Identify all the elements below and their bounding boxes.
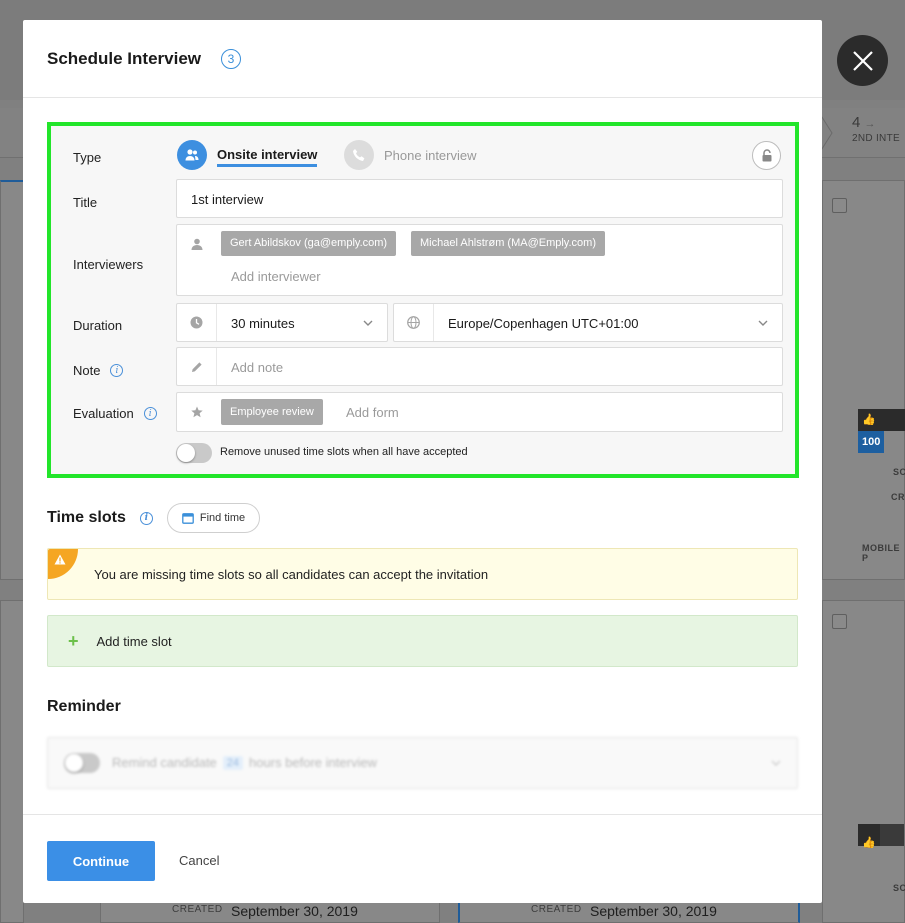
chevron-down-icon[interactable] — [771, 760, 781, 766]
title-label: Title — [73, 195, 98, 210]
cancel-button[interactable]: Cancel — [179, 853, 219, 868]
unlock-icon — [762, 149, 771, 162]
timezone-value: Europe/Copenhagen UTC+01:00 — [448, 316, 639, 331]
thumbs-up-icon: 👍 — [862, 837, 876, 849]
close-modal-button[interactable] — [837, 35, 888, 86]
background-label: SC — [893, 883, 905, 893]
duration-select[interactable]: 30 minutes — [176, 303, 388, 342]
interviewers-label: Interviewers — [73, 257, 144, 272]
add-form-input[interactable]: Add form — [346, 405, 399, 420]
add-time-slot-label: Add time slot — [96, 633, 172, 649]
reminder-title: Reminder — [47, 698, 121, 715]
reminder-row: Remind candidate 24 hours before intervi… — [47, 737, 798, 789]
background-step: 4 → 2ND INTE — [852, 114, 900, 144]
remove-unused-label: Remove unused time slots when all have a… — [220, 446, 468, 458]
background-checkbox — [832, 614, 847, 629]
background-created-date: September 30, 2019 — [590, 903, 717, 919]
star-icon — [177, 393, 217, 431]
find-time-button[interactable]: Find time — [167, 503, 260, 533]
schedule-interview-modal: Schedule Interview 3 Type Onsite intervi… — [23, 20, 822, 903]
background-label: MOBILE P — [862, 543, 900, 563]
missing-slots-warning: You are missing time slots so all candid… — [47, 548, 798, 600]
rating-percent: 100 — [858, 431, 885, 453]
info-icon[interactable]: i — [110, 364, 124, 377]
arrow-right-icon: → — [864, 118, 876, 130]
background-rating-badge: 👍 — [858, 824, 904, 849]
reminder-hours-input[interactable]: 24 — [222, 755, 244, 770]
interview-details-panel: Type Onsite interview Phone interview Ti… — [47, 122, 799, 478]
close-icon — [852, 50, 873, 71]
chevron-down-icon — [758, 320, 768, 326]
background-rating-badge: 👍 100 — [858, 409, 905, 453]
note-placeholder: Add note — [231, 360, 284, 375]
background-step-label: 2ND INTE — [852, 133, 900, 144]
type-option-phone[interactable]: Phone interview — [344, 140, 477, 170]
warning-text: You are missing time slots so all candid… — [94, 567, 489, 582]
background-card — [0, 180, 24, 580]
chevron-down-icon — [363, 320, 373, 326]
step-badge: 3 — [221, 48, 241, 69]
plus-icon: + — [68, 630, 79, 651]
title-input[interactable]: 1st interview — [176, 179, 783, 218]
timezone-select[interactable]: Europe/Copenhagen UTC+01:00 — [393, 303, 783, 342]
background-label: SC — [893, 467, 905, 477]
type-label: Type — [73, 150, 102, 165]
calendar-icon — [182, 513, 194, 524]
globe-icon — [394, 304, 434, 341]
pencil-icon — [177, 348, 217, 385]
reminder-toggle[interactable] — [64, 753, 100, 773]
clock-icon — [177, 304, 217, 341]
modal-header: Schedule Interview 3 — [23, 20, 822, 98]
modal-footer: Continue Cancel — [23, 814, 822, 903]
background-card — [0, 600, 24, 923]
type-option-label: Phone interview — [384, 147, 477, 163]
note-input[interactable]: Add note — [176, 347, 783, 386]
add-time-slot-button[interactable]: + Add time slot — [47, 615, 798, 667]
thumbs-up-icon: 👍 — [862, 414, 876, 426]
people-icon — [177, 140, 207, 170]
continue-button[interactable]: Continue — [47, 841, 155, 881]
interviewer-tag[interactable]: Gert Abildskov (ga@emply.com) — [221, 231, 397, 256]
background-created-label: CREATED — [531, 904, 582, 915]
background-card — [822, 600, 905, 923]
background-created-date: September 30, 2019 — [231, 903, 358, 919]
background-label: CR — [891, 492, 905, 502]
evaluation-label: Evaluation i — [73, 406, 157, 421]
type-option-onsite[interactable]: Onsite interview — [177, 140, 318, 170]
lock-toggle-button[interactable] — [752, 141, 781, 170]
person-icon — [177, 225, 217, 263]
remove-unused-toggle[interactable] — [176, 443, 212, 463]
background-step-number: 4 — [852, 114, 861, 131]
info-icon[interactable]: i — [139, 511, 153, 525]
background-created-label: CREATED — [172, 904, 223, 915]
time-slots-title: Time slots i — [47, 509, 153, 527]
interviewers-field[interactable]: Gert Abildskov (ga@emply.com) Michael Ah… — [176, 224, 783, 296]
duration-label: Duration — [73, 318, 123, 333]
interviewer-tag[interactable]: Michael Ahlstrøm (MA@Emply.com) — [411, 231, 605, 256]
type-option-label: Onsite interview — [217, 147, 318, 167]
reminder-text: Remind candidate 24 hours before intervi… — [112, 755, 377, 770]
evaluation-tag[interactable]: Employee review — [221, 399, 323, 425]
background-card — [822, 180, 905, 580]
duration-value: 30 minutes — [231, 316, 295, 331]
note-label: Note i — [73, 363, 124, 378]
background-checkbox — [832, 198, 847, 213]
modal-title: Schedule Interview — [47, 48, 201, 68]
info-icon[interactable]: i — [143, 407, 157, 420]
add-interviewer-input[interactable]: Add interviewer — [231, 269, 321, 284]
phone-icon — [344, 140, 374, 170]
warning-icon — [48, 549, 78, 579]
evaluation-field[interactable]: Employee review Add form — [176, 392, 783, 432]
